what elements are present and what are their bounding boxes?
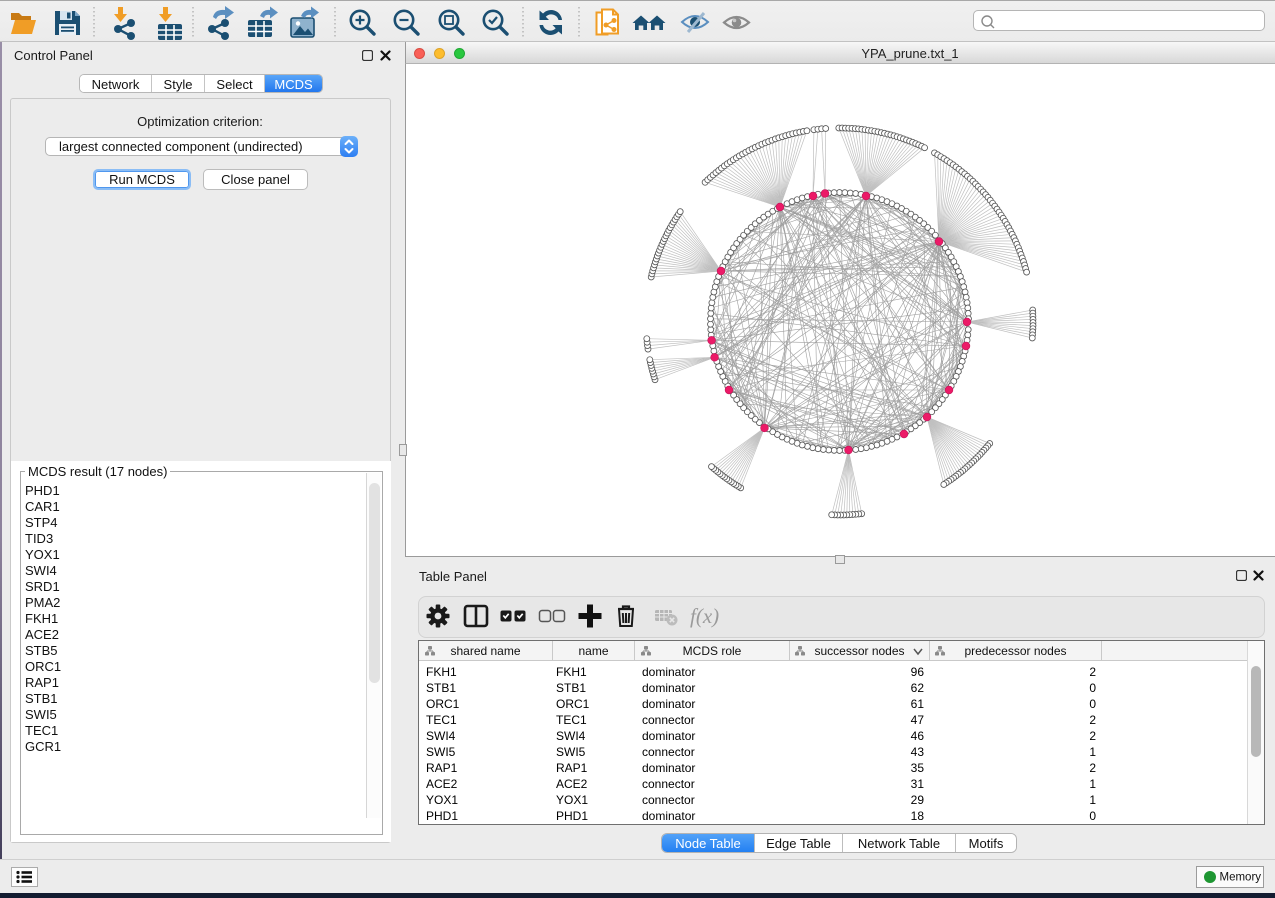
svg-text:f(x): f(x)	[690, 604, 719, 628]
svg-text:Memory: Memory	[1220, 872, 1262, 884]
